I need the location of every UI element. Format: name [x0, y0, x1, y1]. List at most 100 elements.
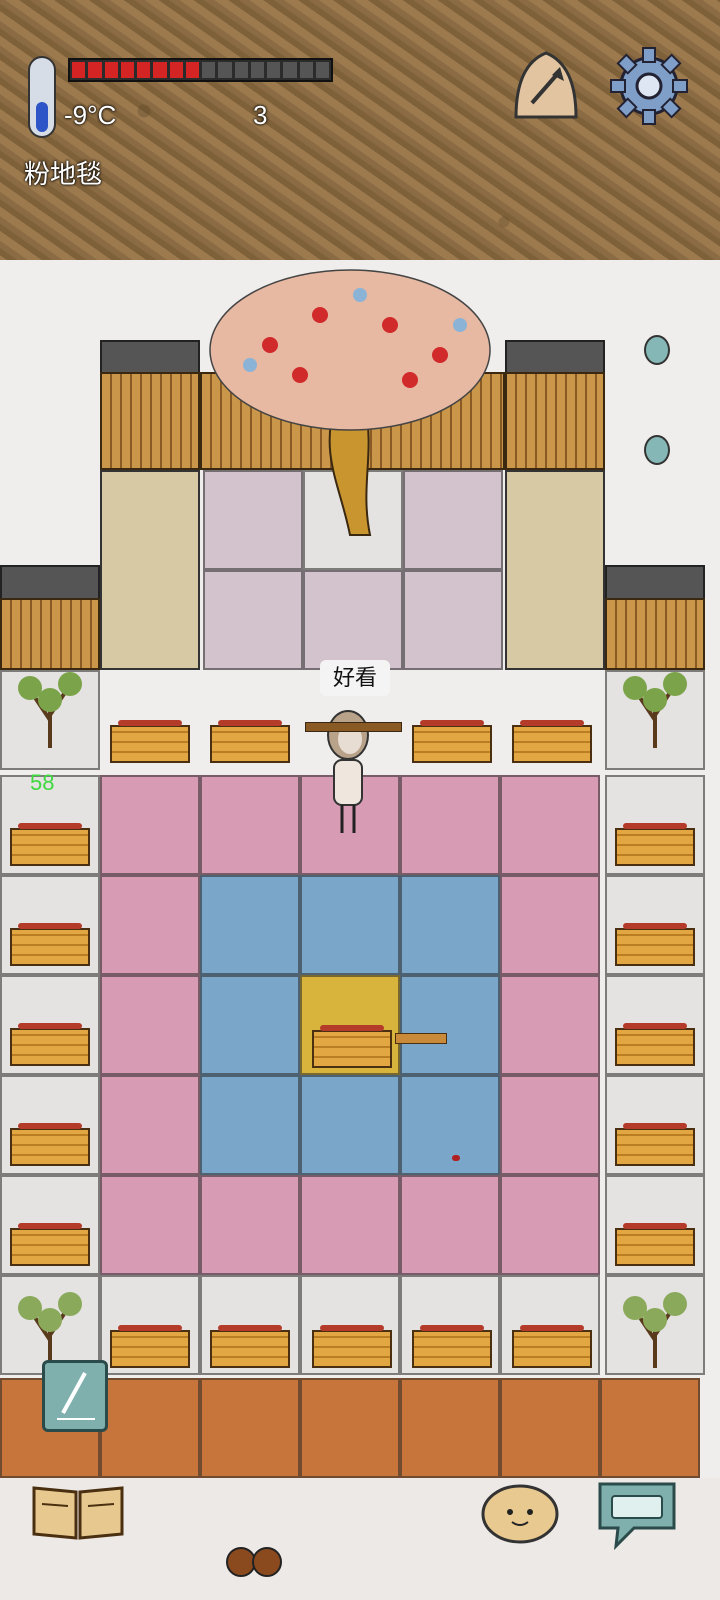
pink-carpet-tile[interactable]	[400, 775, 500, 875]
health-segment	[234, 62, 248, 78]
house-wall	[505, 372, 605, 470]
storage-box[interactable]	[615, 823, 695, 866]
stone-wall	[505, 470, 605, 670]
pink-carpet-tile[interactable]	[100, 1075, 200, 1175]
blue-carpet-tile[interactable]	[300, 1075, 400, 1175]
count-label: 3	[253, 100, 268, 130]
pink-carpet-tile[interactable]	[300, 1175, 400, 1275]
storage-box[interactable]	[615, 1223, 695, 1266]
carpet-tile[interactable]	[303, 570, 403, 670]
pink-carpet-tile[interactable]	[200, 1175, 300, 1275]
pink-carpet-tile[interactable]	[200, 775, 300, 875]
floating-number: 58	[30, 770, 55, 795]
bush-icon[interactable]	[620, 1280, 690, 1370]
storage-box[interactable]	[210, 1325, 290, 1368]
speech-bubble: 好看	[320, 660, 390, 696]
health-segment	[315, 62, 329, 78]
pink-carpet-tile[interactable]	[100, 775, 200, 875]
storage-box[interactable]	[110, 720, 190, 763]
blue-carpet-tile[interactable]	[200, 875, 300, 975]
pink-carpet-tile[interactable]	[400, 1175, 500, 1275]
health-segment	[169, 62, 183, 78]
bush-icon[interactable]	[15, 1280, 85, 1370]
thermometer-icon	[28, 56, 56, 138]
bow-arrow-box[interactable]	[312, 1025, 392, 1068]
blue-carpet-tile[interactable]	[300, 875, 400, 975]
stone-wall	[100, 470, 200, 670]
storage-box[interactable]	[615, 1123, 695, 1166]
health-segment	[283, 62, 297, 78]
wooden-shaft[interactable]	[395, 1033, 447, 1044]
pouch-icon[interactable]	[644, 335, 670, 365]
blue-carpet-tile[interactable]	[400, 875, 500, 975]
house-roof	[0, 565, 100, 600]
storage-box[interactable]	[512, 720, 592, 763]
house-roof	[605, 565, 705, 600]
berry-bush-icon[interactable]	[15, 660, 85, 750]
health-segment	[185, 62, 199, 78]
orange-floor-tile[interactable]	[600, 1378, 700, 1478]
arrow-storage-box[interactable]	[615, 1023, 695, 1066]
book-icon[interactable]	[30, 1480, 126, 1544]
health-segment	[218, 62, 232, 78]
keyboard-icon[interactable]	[594, 1478, 680, 1552]
carpet-tile[interactable]	[203, 570, 303, 670]
health-segment	[267, 62, 281, 78]
pouch-icon[interactable]	[644, 435, 670, 465]
dropped-item[interactable]	[452, 1155, 460, 1161]
pink-carpet-tile[interactable]	[500, 1075, 600, 1175]
fence-rail	[305, 722, 402, 732]
compass-icon[interactable]	[508, 45, 584, 125]
bow-storage-box[interactable]	[615, 923, 695, 966]
temperature-label: -9°C	[64, 100, 117, 130]
health-segment	[120, 62, 134, 78]
tile-name-label: 粉地毯	[24, 159, 103, 189]
blue-carpet-tile[interactable]	[400, 975, 500, 1075]
health-segment	[104, 62, 118, 78]
storage-box[interactable]	[10, 923, 90, 966]
house-roof	[505, 340, 605, 375]
orange-floor-tile[interactable]	[200, 1378, 300, 1478]
storage-box[interactable]	[412, 720, 492, 763]
blue-carpet-tile[interactable]	[400, 1075, 500, 1175]
house-wall	[100, 372, 200, 470]
pink-carpet-tile[interactable]	[100, 975, 200, 1075]
health-segment	[153, 62, 167, 78]
storage-box[interactable]	[512, 1325, 592, 1368]
potato-face-icon[interactable]	[480, 1480, 560, 1544]
health-segment	[137, 62, 151, 78]
pink-carpet-tile[interactable]	[500, 1175, 600, 1275]
orange-floor-tile[interactable]	[100, 1378, 200, 1478]
berry-bush-icon[interactable]	[620, 660, 690, 750]
decorated-tree[interactable]	[200, 255, 500, 545]
gear-icon[interactable]	[608, 45, 690, 127]
pink-carpet-tile[interactable]	[100, 875, 200, 975]
orange-floor-tile[interactable]	[400, 1378, 500, 1478]
pencil-button[interactable]	[42, 1360, 108, 1432]
blue-carpet-tile[interactable]	[200, 1075, 300, 1175]
orange-floor-tile[interactable]	[300, 1378, 400, 1478]
health-segment	[88, 62, 102, 78]
pencil-icon	[57, 1372, 95, 1420]
storage-box[interactable]	[210, 720, 290, 763]
blue-carpet-tile[interactable]	[200, 975, 300, 1075]
pink-carpet-tile[interactable]	[100, 1175, 200, 1275]
storage-box[interactable]	[412, 1325, 492, 1368]
storage-box[interactable]	[312, 1325, 392, 1368]
pink-carpet-tile[interactable]	[500, 775, 600, 875]
storage-box[interactable]	[10, 823, 90, 866]
pink-carpet-tile[interactable]	[500, 975, 600, 1075]
storage-box[interactable]	[10, 1023, 90, 1066]
health-bar	[68, 58, 333, 82]
health-segment	[299, 62, 313, 78]
health-segment	[250, 62, 264, 78]
pink-carpet-tile[interactable]	[500, 875, 600, 975]
held-item-icon[interactable]	[225, 1542, 283, 1582]
storage-box[interactable]	[110, 1325, 190, 1368]
storage-box[interactable]	[10, 1223, 90, 1266]
house-roof	[100, 340, 200, 375]
carpet-tile[interactable]	[403, 570, 503, 670]
orange-floor-tile[interactable]	[500, 1378, 600, 1478]
storage-box[interactable]	[10, 1123, 90, 1166]
health-segment	[72, 62, 86, 78]
